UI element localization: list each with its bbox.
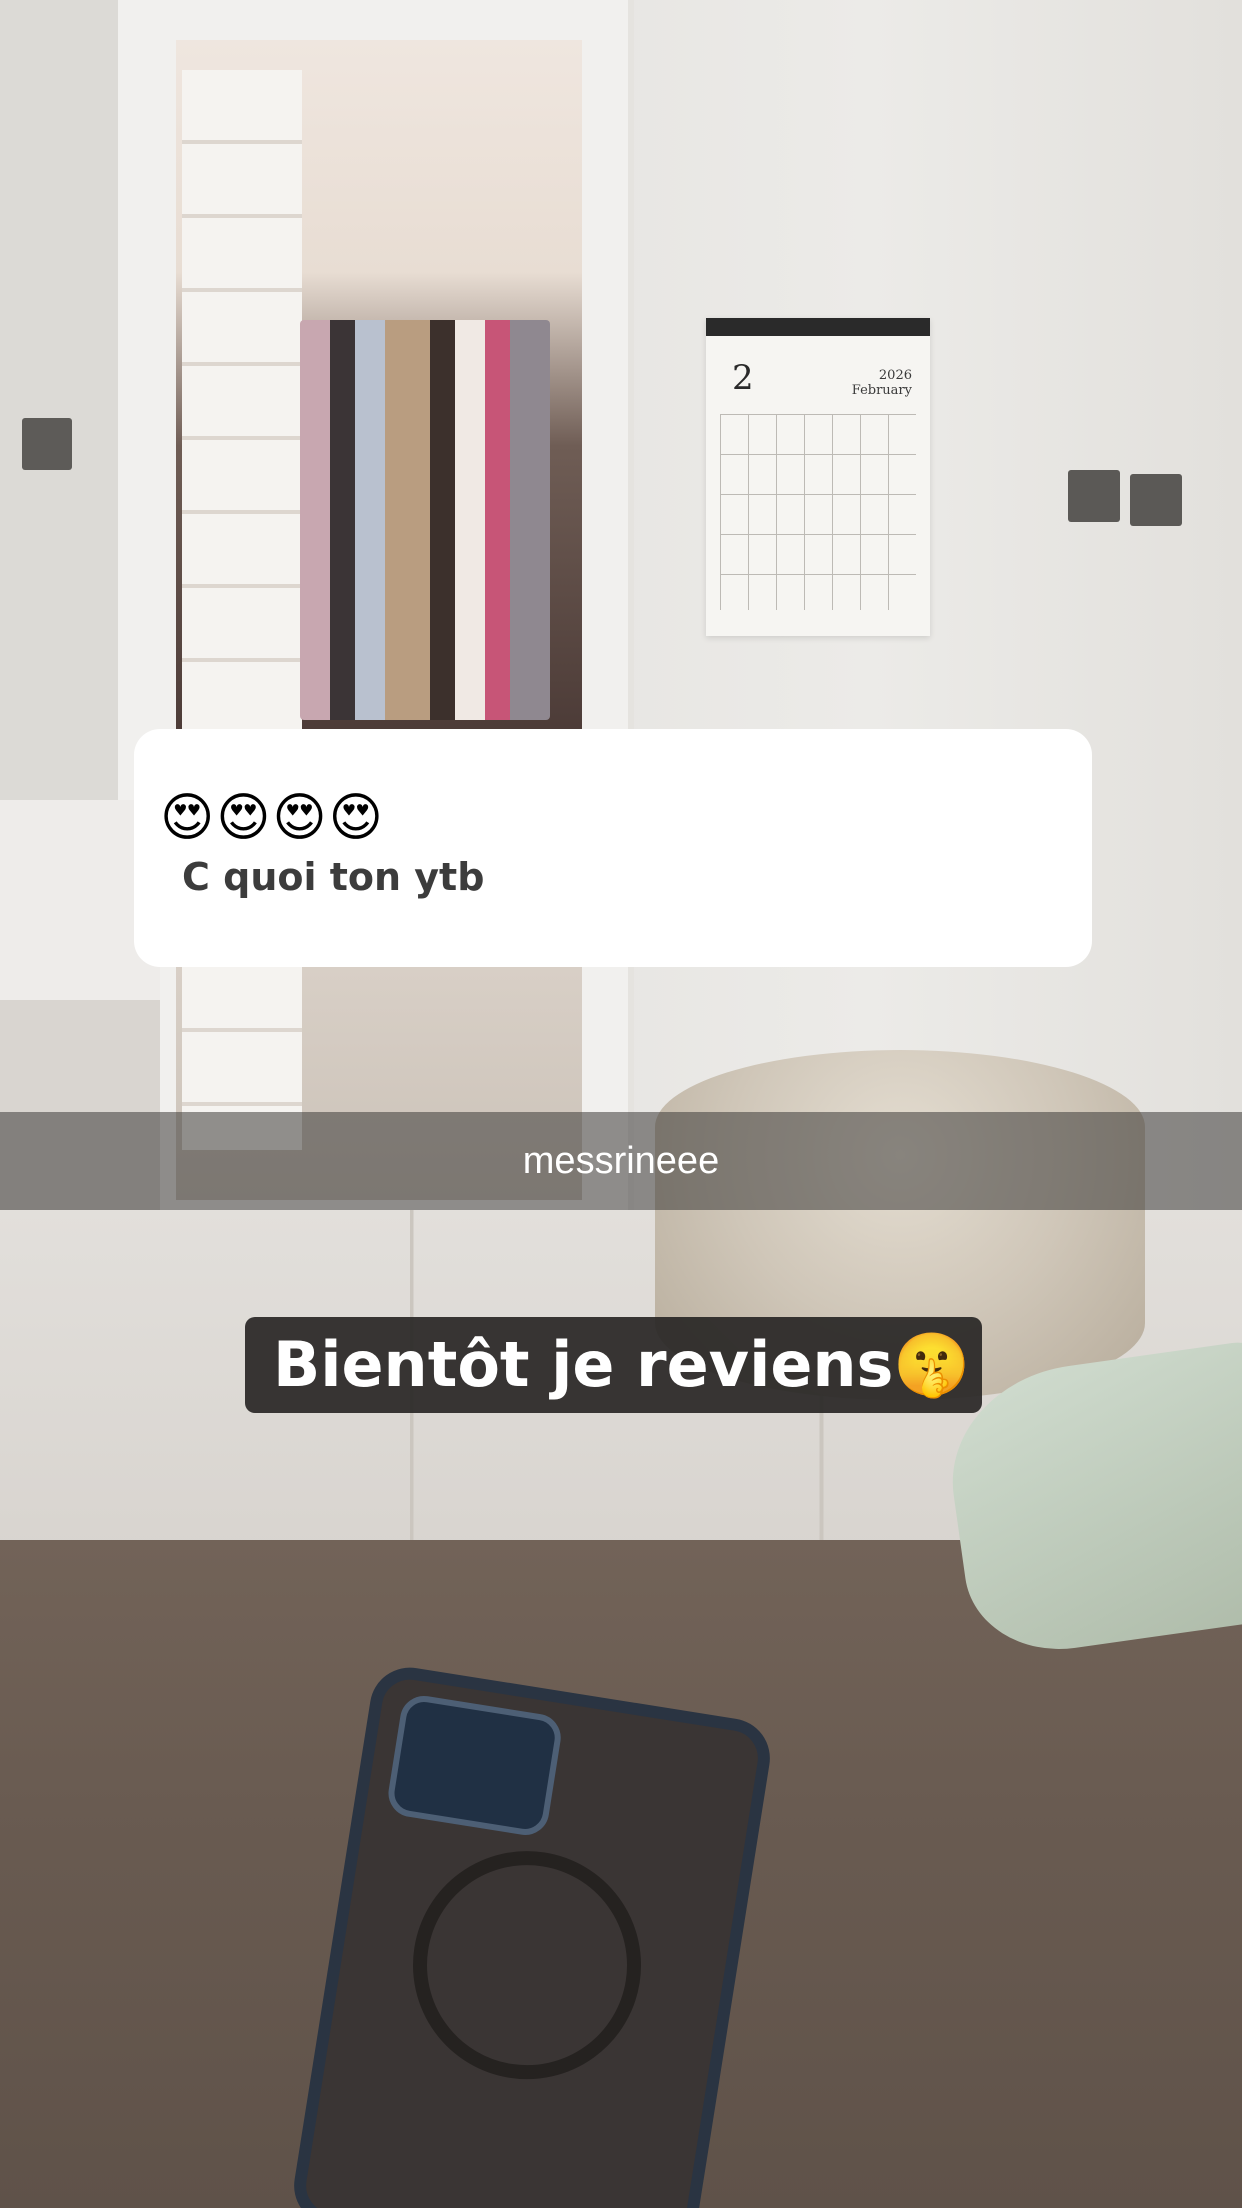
light-switch (1068, 470, 1120, 522)
question-sticker[interactable]: 😍😍😍😍 C quoi ton ytb (134, 729, 1092, 967)
light-switch (1130, 474, 1182, 526)
calendar-month-name: February (851, 383, 912, 398)
story-caption: Bientôt je reviens🤫 (245, 1317, 982, 1413)
magsafe-ring (396, 1834, 658, 2096)
calendar-grid (720, 414, 916, 610)
background-photo: 2 2026 February (0, 0, 1242, 2208)
closet-shelves (182, 70, 302, 1150)
calendar-month-number: 2 (732, 358, 754, 398)
caption-text: Bientôt je reviens🤫 (273, 1328, 971, 1401)
question-text: C quoi ton ytb (182, 855, 485, 899)
username-banner: messrineee (0, 1112, 1242, 1210)
phone-camera-module (385, 1692, 565, 1839)
light-switch (22, 418, 72, 470)
hanging-clothes (300, 320, 550, 720)
calendar-month-label: 2026 February (852, 368, 912, 398)
username-label: messrineee (522, 1139, 720, 1182)
calendar-top-bar (706, 318, 930, 336)
wall-calendar: 2 2026 February (706, 318, 930, 636)
heart-eyes-emoji-row: 😍😍😍😍 (160, 788, 385, 848)
calendar-year: 2026 (878, 368, 912, 383)
